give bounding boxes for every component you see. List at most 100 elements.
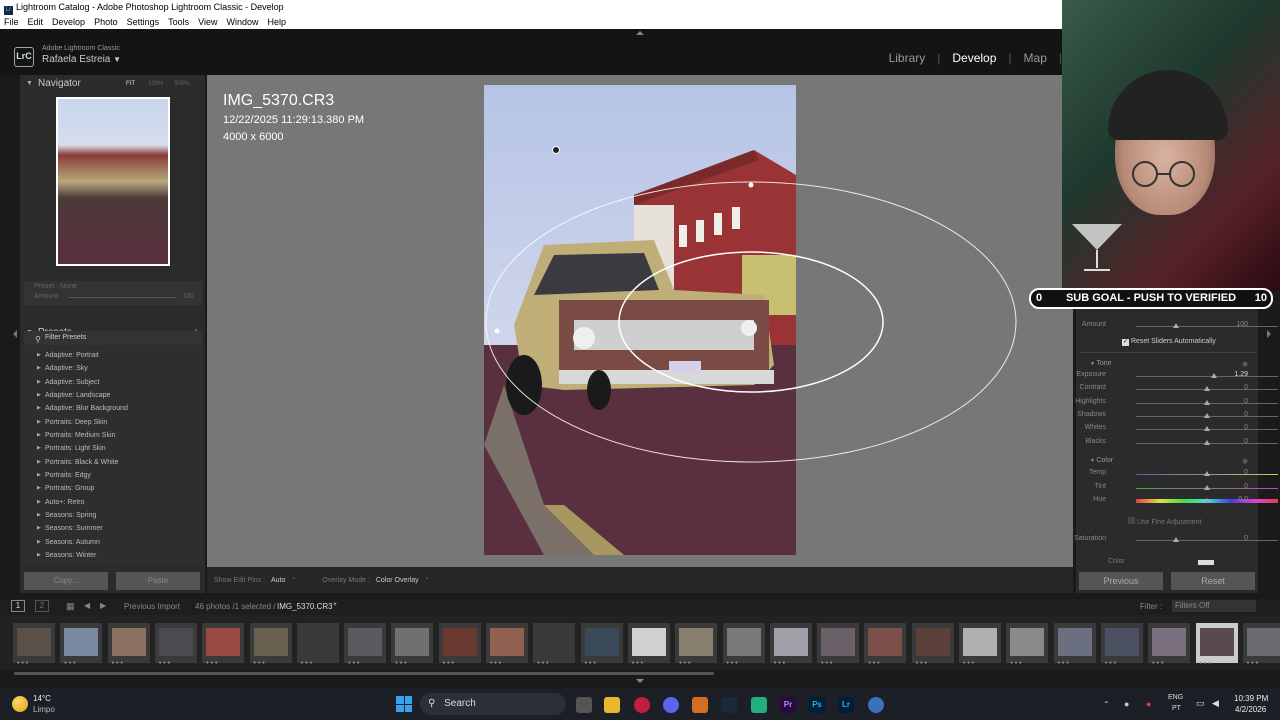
- menu-tools[interactable]: Tools: [168, 15, 189, 29]
- bottom-panel-toggle-icon[interactable]: [636, 679, 644, 683]
- filmstrip-thumbnail[interactable]: • • •: [486, 623, 528, 667]
- filmstrip-thumbnail[interactable]: • • •: [769, 623, 812, 667]
- premiere-icon[interactable]: Pr: [780, 697, 796, 713]
- mask-inner-ellipse[interactable]: [618, 251, 884, 393]
- menu-edit[interactable]: Edit: [28, 15, 44, 29]
- taskbar-search-box[interactable]: ⚲ Search: [420, 693, 566, 715]
- preset-group-item[interactable]: ▶ Portraits: Group: [24, 482, 202, 495]
- weather-moon-icon[interactable]: [12, 696, 28, 712]
- color-section-header[interactable]: ▼ Color: [1090, 457, 1113, 464]
- filmstrip-thumbnail[interactable]: • • •: [1195, 623, 1238, 667]
- filmstrip-thumbnail[interactable]: • • •: [722, 623, 765, 667]
- app-icon[interactable]: [751, 697, 767, 713]
- reset-sliders-option[interactable]: ✓ Reset Sliders Automatically: [1122, 338, 1216, 346]
- edit-pin-icon[interactable]: [552, 146, 560, 154]
- filmstrip-thumbnail[interactable]: • • •: [344, 623, 387, 667]
- menu-view[interactable]: View: [198, 15, 217, 29]
- overlay-mode-select[interactable]: Color Overlay: [376, 577, 419, 584]
- grid-view-icon[interactable]: ▦: [66, 601, 75, 612]
- menu-help[interactable]: Help: [268, 15, 287, 29]
- filmstrip-scrollbar[interactable]: [14, 672, 714, 675]
- zoom-fit[interactable]: FIT: [126, 76, 135, 92]
- eye-icon[interactable]: ◉: [1242, 457, 1248, 465]
- saturation-knob[interactable]: [1173, 537, 1179, 542]
- module-map[interactable]: Map: [1024, 51, 1047, 65]
- app-icon[interactable]: [692, 697, 708, 713]
- screen-2-button[interactable]: 2: [35, 600, 49, 612]
- tray-icon[interactable]: ●: [1124, 699, 1129, 709]
- paste-button[interactable]: Paste: [116, 572, 200, 590]
- module-library[interactable]: Library: [889, 51, 926, 65]
- saturation-track[interactable]: [1136, 540, 1278, 541]
- top-panel-toggle-icon[interactable]: [636, 31, 644, 35]
- filmstrip-thumbnail[interactable]: • • •: [154, 623, 197, 667]
- mask-amount-track[interactable]: [1136, 326, 1278, 327]
- filmstrip-thumbnail[interactable]: • • •: [1053, 623, 1096, 667]
- highlights-slider[interactable]: Highlights 0: [1075, 398, 1278, 410]
- filter-select[interactable]: Filters Off: [1172, 600, 1256, 612]
- right-panel-toggle-icon[interactable]: [1267, 330, 1271, 338]
- filter-presets-input[interactable]: ⚲ Filter Presets: [24, 331, 202, 345]
- shadows-knob[interactable]: [1204, 412, 1210, 418]
- left-panel-toggle-icon[interactable]: [13, 330, 17, 338]
- mask-amount-slider[interactable]: Amount 100: [1078, 321, 1278, 333]
- menu-window[interactable]: Window: [227, 15, 259, 29]
- filmstrip-thumbnail[interactable]: • • •: [864, 623, 907, 667]
- filmstrip-thumbnail[interactable]: • • •: [60, 623, 103, 667]
- keyboard-layout[interactable]: PT: [1172, 705, 1181, 712]
- preset-group-item[interactable]: ▶ Seasons: Autumn: [24, 536, 202, 549]
- eye-icon[interactable]: ◉: [1242, 360, 1248, 368]
- hue-knob[interactable]: [1204, 498, 1210, 503]
- amount-track[interactable]: [68, 297, 176, 298]
- whites-slider[interactable]: Whites 0: [1078, 424, 1278, 436]
- preset-group-item[interactable]: ▶ Portraits: Black & White: [24, 456, 202, 469]
- mask-amount-knob[interactable]: [1173, 323, 1179, 328]
- file-explorer-icon[interactable]: [604, 697, 620, 713]
- microphone-icon[interactable]: ●: [1146, 699, 1151, 709]
- preset-group-item[interactable]: ▶ Adaptive: Landscape: [24, 389, 202, 402]
- windows-start-icon[interactable]: [396, 696, 412, 712]
- fine-adjust-option[interactable]: Use Fine Adjustment: [1128, 517, 1202, 526]
- filmstrip-thumbnail[interactable]: • • •: [911, 623, 954, 667]
- filmstrip-thumbnail[interactable]: • • •: [817, 623, 860, 667]
- hue-slider[interactable]: Hue 0.0: [1078, 496, 1278, 508]
- tint-knob[interactable]: [1204, 484, 1210, 490]
- network-icon[interactable]: ▭: [1196, 698, 1205, 709]
- filmstrip-thumbnail[interactable]: • • •: [959, 623, 1001, 667]
- exposure-knob[interactable]: [1211, 373, 1217, 378]
- language-code[interactable]: ENG: [1168, 694, 1183, 701]
- filmstrip-thumbnail[interactable]: • • •: [438, 623, 481, 667]
- filmstrip-thumbnail[interactable]: • • •: [296, 623, 339, 667]
- mask-handle-pin[interactable]: [494, 328, 500, 334]
- preset-group-item[interactable]: ▶ Portraits: Deep Skin: [24, 416, 202, 429]
- filmstrip-thumbnail[interactable]: • • •: [391, 623, 434, 667]
- copy-button[interactable]: Copy...: [24, 572, 108, 590]
- tone-section-header[interactable]: ▼ Tone: [1090, 360, 1112, 367]
- menu-photo[interactable]: Photo: [94, 15, 118, 29]
- clock-time[interactable]: 10:39 PM: [1234, 694, 1268, 703]
- tint-slider[interactable]: Tint 0: [1078, 483, 1278, 495]
- show-hidden-icons[interactable]: ⌃: [1103, 700, 1110, 709]
- filmstrip-thumbnail[interactable]: • • •: [107, 623, 150, 667]
- dropdown-icon[interactable]: ▼: [332, 602, 338, 608]
- preset-group-item[interactable]: ▶ Adaptive: Subject: [24, 376, 202, 389]
- preset-group-item[interactable]: ▶ Seasons: Spring: [24, 509, 202, 522]
- show-edit-pins-select[interactable]: Auto: [271, 577, 285, 584]
- exposure-slider[interactable]: Exposure 1.29: [1076, 371, 1278, 383]
- menu-file[interactable]: File: [4, 15, 19, 29]
- preset-group-item[interactable]: ▶ Seasons: Summer: [24, 522, 202, 535]
- blacks-slider[interactable]: Blacks 0: [1078, 438, 1278, 450]
- navigator-preview-image[interactable]: [58, 99, 168, 264]
- preset-group-item[interactable]: ▶ Portraits: Light Skin: [24, 442, 202, 455]
- preset-group-item[interactable]: ▶ Seasons: Winter: [24, 549, 202, 562]
- temp-slider[interactable]: Temp 0: [1078, 469, 1278, 481]
- mask-outer-ellipse[interactable]: [485, 181, 1017, 463]
- filmstrip-thumbnail[interactable]: • • •: [202, 623, 245, 667]
- filmstrip-current-file[interactable]: IMG_5370.CR3: [277, 602, 333, 611]
- temp-knob[interactable]: [1204, 471, 1210, 476]
- module-develop[interactable]: Develop: [952, 51, 996, 65]
- preset-group-item[interactable]: ▶ Adaptive: Portrait: [24, 349, 202, 362]
- mask-handle-pin[interactable]: [748, 182, 754, 188]
- filmstrip-thumbnail[interactable]: • • •: [675, 623, 718, 667]
- lightroom-icon[interactable]: Lr: [838, 697, 854, 713]
